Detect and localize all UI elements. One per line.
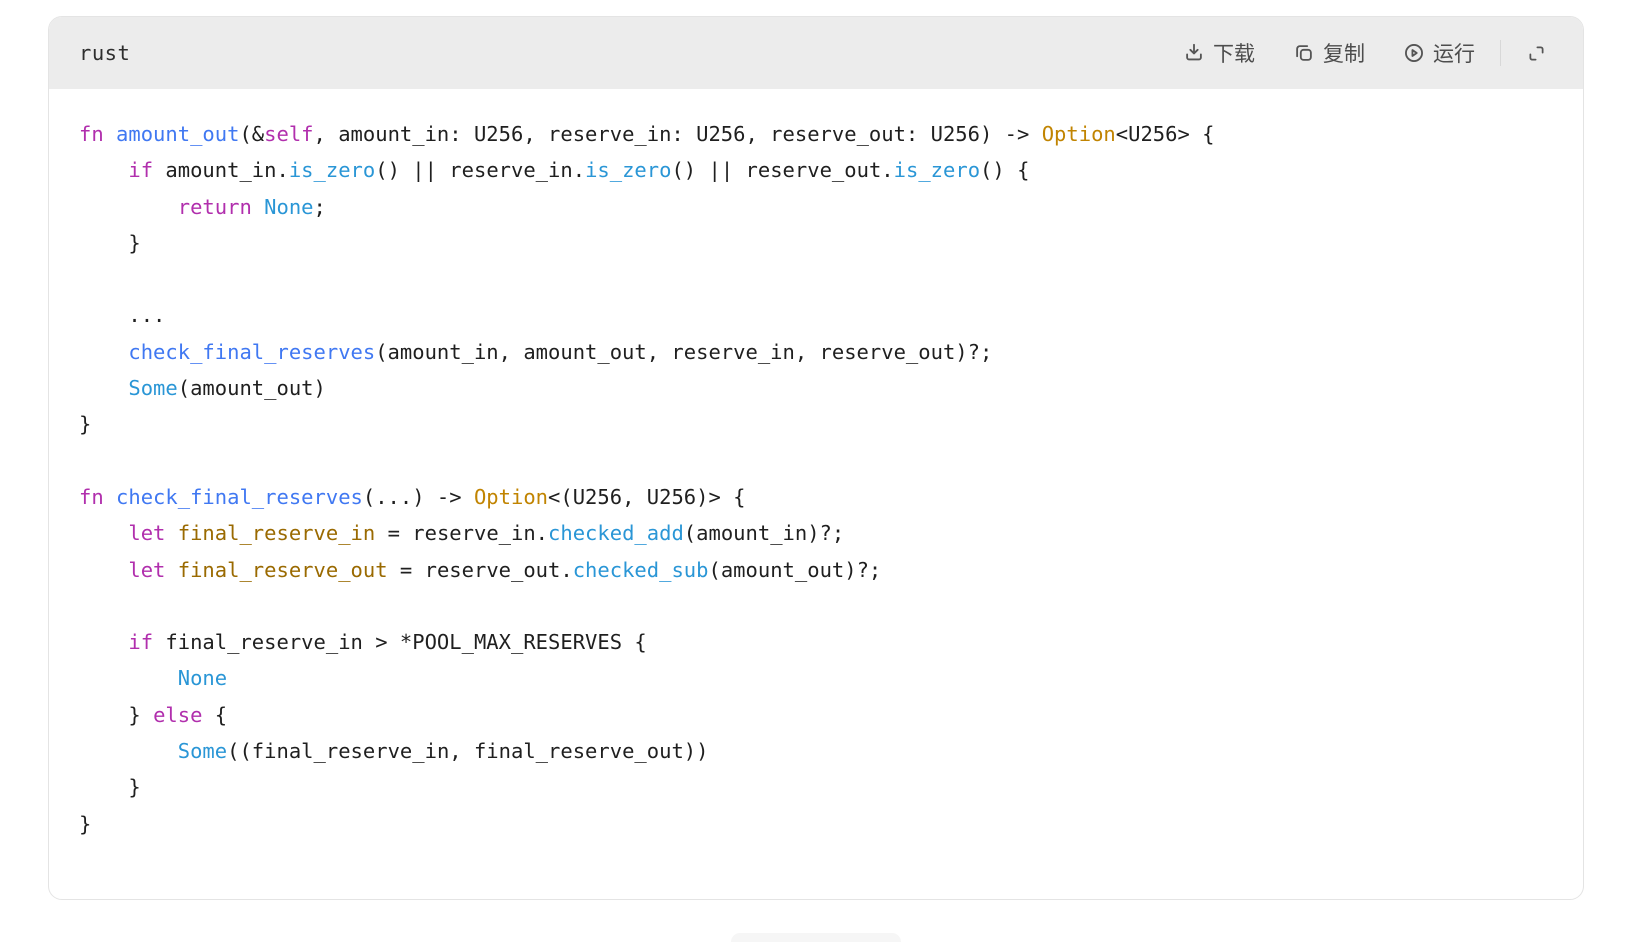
code-line: Some((final_reserve_in, final_reserve_ou… bbox=[79, 733, 1553, 769]
header-actions: 下载 复制 运行 bbox=[1183, 38, 1547, 68]
code-line: Some(amount_out) bbox=[79, 370, 1553, 406]
copy-button[interactable]: 复制 bbox=[1293, 38, 1365, 68]
below-fold-element-partial bbox=[731, 933, 901, 942]
code-line bbox=[79, 588, 1553, 624]
code-line: } else { bbox=[79, 697, 1553, 733]
download-button-label: 下载 bbox=[1213, 38, 1255, 68]
header-divider bbox=[1500, 40, 1501, 66]
run-button-label: 运行 bbox=[1433, 38, 1475, 68]
code-line: ... bbox=[79, 297, 1553, 333]
code-line: fn amount_out(&self, amount_in: U256, re… bbox=[79, 116, 1553, 152]
download-icon bbox=[1183, 42, 1205, 64]
code-line: let final_reserve_in = reserve_in.checke… bbox=[79, 515, 1553, 551]
code-line: let final_reserve_out = reserve_out.chec… bbox=[79, 552, 1553, 588]
language-label: rust bbox=[79, 41, 130, 65]
expand-icon bbox=[1526, 43, 1547, 64]
code-line: check_final_reserves(amount_in, amount_o… bbox=[79, 334, 1553, 370]
code-line bbox=[79, 261, 1553, 297]
code-line: fn check_final_reserves(...) -> Option<(… bbox=[79, 479, 1553, 515]
code-content: fn amount_out(&self, amount_in: U256, re… bbox=[49, 89, 1583, 872]
code-block-header: rust 下载 复制 bbox=[49, 17, 1583, 89]
code-block-card: rust 下载 复制 bbox=[48, 16, 1584, 900]
code-line: if final_reserve_in > *POOL_MAX_RESERVES… bbox=[79, 624, 1553, 660]
run-icon bbox=[1403, 42, 1425, 64]
code-line: } bbox=[79, 769, 1553, 805]
code-line: } bbox=[79, 806, 1553, 842]
code-line: if amount_in.is_zero() || reserve_in.is_… bbox=[79, 152, 1553, 188]
code-line: return None; bbox=[79, 189, 1553, 225]
code-line: } bbox=[79, 406, 1553, 442]
copy-button-label: 复制 bbox=[1323, 38, 1365, 68]
code-line: None bbox=[79, 660, 1553, 696]
run-button[interactable]: 运行 bbox=[1403, 38, 1475, 68]
download-button[interactable]: 下载 bbox=[1183, 38, 1255, 68]
copy-icon bbox=[1293, 42, 1315, 64]
code-line: } bbox=[79, 225, 1553, 261]
expand-button[interactable] bbox=[1526, 43, 1547, 64]
code-line bbox=[79, 443, 1553, 479]
